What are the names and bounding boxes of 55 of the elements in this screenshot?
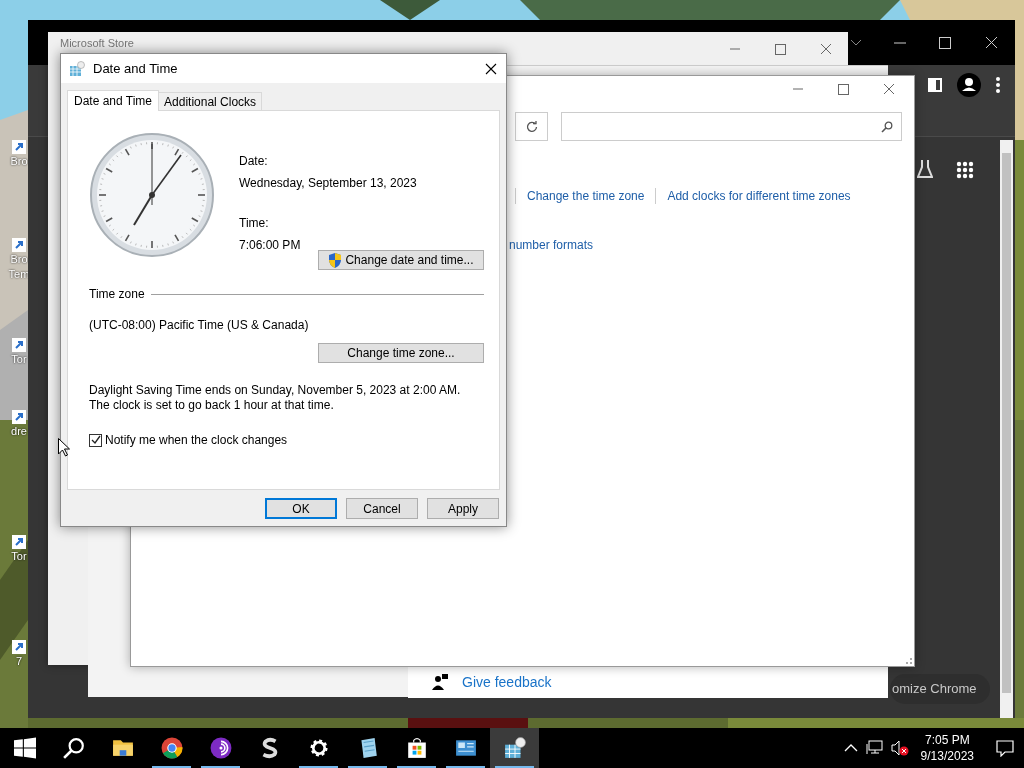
dialog-button[interactable]: Cancel bbox=[346, 498, 418, 519]
onion-icon bbox=[209, 737, 232, 759]
customize-chrome-button[interactable]: omize Chrome bbox=[890, 674, 990, 704]
search-field[interactable] bbox=[561, 112, 902, 141]
volume-muted-icon[interactable] bbox=[890, 740, 909, 756]
refresh-icon bbox=[525, 120, 538, 133]
customize-chrome-label: omize Chrome bbox=[892, 680, 977, 699]
chrome-icon bbox=[160, 737, 183, 759]
close-icon[interactable] bbox=[485, 62, 497, 75]
folder-icon bbox=[111, 737, 134, 759]
date-label: Date: bbox=[239, 153, 269, 170]
network-icon[interactable] bbox=[865, 740, 883, 756]
apps-grid-icon[interactable] bbox=[956, 161, 974, 179]
clock-time[interactable]: 7:05 PM bbox=[924, 732, 970, 748]
window-title: Microsoft Store bbox=[60, 35, 134, 51]
give-feedback-link[interactable]: Give feedback bbox=[462, 671, 552, 693]
profile-icon[interactable] bbox=[957, 73, 981, 97]
chevron-up-icon[interactable] bbox=[843, 743, 858, 753]
tab[interactable]: Date and Time bbox=[67, 90, 160, 111]
link[interactable]: Add clocks for different time zones bbox=[667, 187, 851, 205]
calendar-clock-icon bbox=[69, 60, 85, 77]
clock-date[interactable]: 9/13/2023 bbox=[920, 748, 974, 764]
menu-icon[interactable] bbox=[995, 76, 1001, 94]
side-panel-icon[interactable] bbox=[927, 77, 943, 93]
maximize-icon[interactable] bbox=[838, 83, 849, 95]
link[interactable]: Change the time zone bbox=[527, 187, 645, 205]
start-icon bbox=[13, 737, 36, 759]
taskbar-button[interactable] bbox=[490, 728, 539, 768]
dialog-button[interactable]: OK bbox=[265, 498, 337, 519]
window-title: Date and Time bbox=[93, 59, 179, 78]
date-value: Wednesday, September 13, 2023 bbox=[239, 175, 417, 192]
change-date-and-time-button[interactable]: Change date and time... bbox=[318, 250, 484, 270]
scrollbar[interactable] bbox=[1000, 140, 1013, 718]
person-feedback-icon[interactable] bbox=[432, 674, 448, 690]
search-icon bbox=[62, 737, 85, 759]
checkbox[interactable] bbox=[89, 433, 102, 447]
time-value: 7:06:00 PM bbox=[239, 237, 302, 254]
notifications-icon[interactable] bbox=[996, 739, 1014, 757]
refresh-button[interactable] bbox=[515, 112, 548, 141]
dialog-button[interactable]: Apply bbox=[427, 498, 499, 519]
shield-icon bbox=[328, 252, 343, 268]
settings-icon bbox=[307, 737, 330, 759]
shopping-bag-icon bbox=[405, 737, 428, 759]
calendar-clock-icon bbox=[503, 737, 526, 759]
checkmark-icon bbox=[90, 435, 101, 445]
time-zone-value: (UTC-08:00) Pacific Time (US & Canada) bbox=[89, 317, 310, 334]
checkbox-label[interactable]: Notify me when the clock changes bbox=[105, 431, 288, 449]
dst-note: Daylight Saving Time ends on Sunday, November 5, 2023 at 2:00 AM. The clock is set to go back 1 hour at that time. bbox=[89, 383, 462, 413]
flask-icon[interactable] bbox=[917, 159, 933, 179]
change-time-zone-button[interactable]: Change time zone... bbox=[318, 343, 484, 363]
section-heading: Time zone bbox=[89, 286, 145, 303]
link[interactable]: number formats bbox=[509, 236, 594, 254]
control-panel-icon bbox=[454, 737, 477, 759]
time-label: Time: bbox=[239, 215, 270, 232]
search-icon bbox=[881, 120, 893, 133]
